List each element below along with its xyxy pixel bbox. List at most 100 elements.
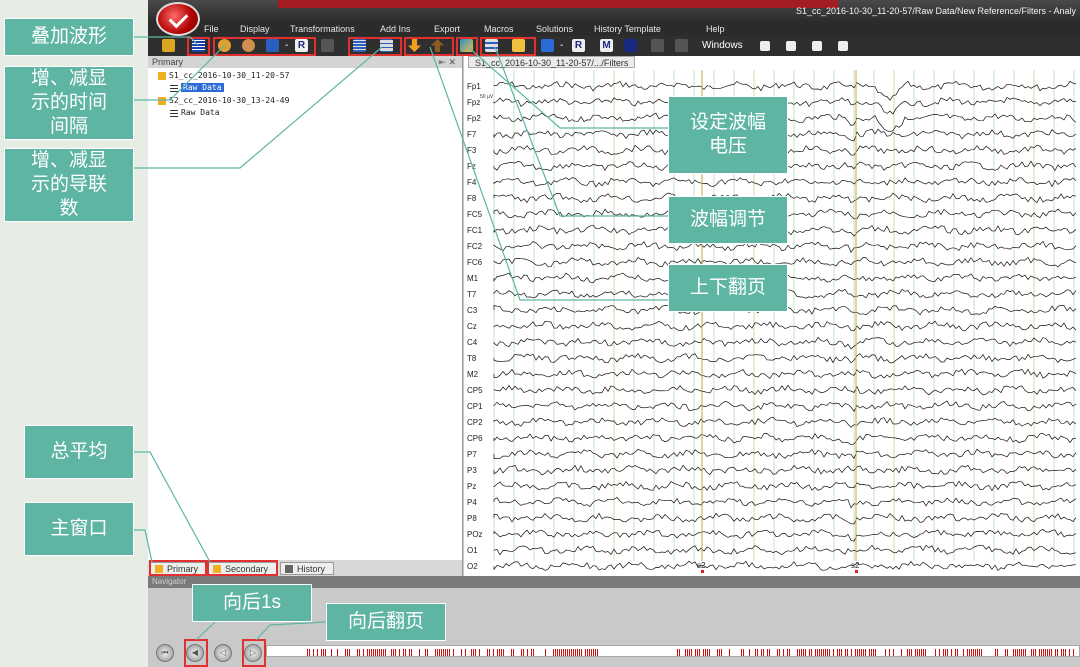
timeline-marker: [1065, 649, 1066, 656]
timeline-marker: [497, 649, 498, 656]
channel-label: FC5: [467, 210, 483, 219]
eeg-trace: [493, 416, 1077, 428]
channel-label: M1: [467, 274, 479, 283]
timeline-marker: [833, 649, 834, 656]
menu-macros[interactable]: Macros: [484, 24, 514, 34]
tree-item[interactable]: Raw Data: [170, 108, 220, 117]
timeline-marker: [1013, 649, 1014, 656]
menu-add-ins[interactable]: Add Ins: [380, 24, 411, 34]
highlight-main-window: [149, 560, 207, 576]
timeline-marker: [521, 649, 522, 656]
tile-horizontal-icon[interactable]: [812, 41, 822, 51]
timeline-marker: [419, 649, 420, 656]
timeline-marker: [805, 649, 806, 656]
timeline-marker: [593, 649, 594, 656]
timeline-marker: [869, 649, 870, 656]
timeline-marker: [531, 649, 532, 656]
timeline-marker: [1015, 649, 1016, 656]
timeline-marker: [721, 649, 722, 656]
timeline-marker: [741, 649, 742, 656]
primary-panel: Primary ⇤ ✕ S1_cc_2016-10-30_11-20-57 Ra…: [148, 56, 463, 576]
timeline-marker: [309, 649, 310, 656]
timeline-marker: [717, 649, 718, 656]
menu-solutions[interactable]: Solutions: [536, 24, 573, 34]
timeline-marker: [767, 649, 768, 656]
channel-label: Fz: [467, 162, 476, 171]
timeline-marker: [963, 649, 964, 656]
segment-icon[interactable]: [541, 39, 554, 52]
export-icon[interactable]: [624, 39, 637, 52]
eeg-trace: [493, 497, 1077, 509]
highlight-grand-average: [207, 560, 278, 576]
channel-label: P7: [467, 450, 477, 459]
eeg-trace: [493, 528, 1077, 542]
panel-controls[interactable]: ⇤ ✕: [438, 56, 456, 68]
timeline-marker: [367, 649, 368, 656]
timeline-marker: [907, 649, 908, 656]
marker-icon[interactable]: M: [600, 39, 613, 52]
timeline-marker: [545, 649, 546, 656]
go-to-start-button[interactable]: ⏮: [156, 644, 174, 662]
timeline-marker: [461, 649, 462, 656]
timeline-marker: [955, 649, 956, 656]
tree-item[interactable]: Raw Data: [170, 83, 224, 92]
timeline-scrollbar[interactable]: [266, 645, 1080, 657]
app-logo-button[interactable]: [156, 2, 200, 36]
tile-windows-icon[interactable]: [786, 41, 796, 51]
timeline-marker: [1051, 649, 1052, 656]
highlight-back-1s: [184, 639, 208, 667]
timeline-marker: [939, 649, 940, 656]
timeline-marker: [449, 649, 450, 656]
timeline-marker: [841, 649, 842, 656]
timeline-marker: [371, 649, 372, 656]
timeline-marker: [1023, 649, 1024, 656]
tab-history[interactable]: History: [280, 562, 334, 575]
tree-item[interactable]: S1_cc_2016-10-30_11-20-57: [158, 71, 289, 80]
timeline-marker: [399, 649, 400, 656]
timeline-marker: [1025, 649, 1026, 656]
timeline-marker: [453, 649, 454, 656]
timeline-marker: [427, 649, 428, 656]
tile-vertical-icon[interactable]: [838, 41, 848, 51]
timeline-marker: [373, 649, 374, 656]
timeline-marker: [359, 649, 360, 656]
timeline-marker: [865, 649, 866, 656]
marker-tick: [855, 570, 858, 573]
timeline-marker: [393, 649, 394, 656]
channel-label: F4: [467, 178, 477, 187]
timeline-marker: [595, 649, 596, 656]
highlight-time-interval: [213, 37, 316, 56]
reference-icon[interactable]: R: [572, 39, 585, 52]
eeg-trace: [493, 384, 1077, 396]
timeline-marker: [893, 649, 894, 656]
timeline-marker: [779, 649, 780, 656]
open-icon[interactable]: [162, 39, 175, 52]
timeline-marker: [445, 649, 446, 656]
timeline-marker: [1049, 649, 1050, 656]
menu-history-template[interactable]: History Template: [594, 24, 661, 34]
timeline-marker: [565, 649, 566, 656]
cascade-windows-icon[interactable]: [760, 41, 770, 51]
folder-icon: [158, 71, 166, 80]
menu-help[interactable]: Help: [706, 24, 725, 34]
eeg-trace: [493, 433, 1077, 446]
eeg-trace: [493, 400, 1077, 413]
menu-display[interactable]: Display: [240, 24, 270, 34]
tree-item[interactable]: S2_cc_2016-10-30_13-24-49: [158, 96, 289, 105]
channel-label: T7: [467, 290, 477, 299]
channel-label: Pz: [467, 482, 476, 491]
timeline-marker: [915, 649, 916, 656]
menu-file[interactable]: File: [204, 24, 219, 34]
menu-transformations[interactable]: Transformations: [290, 24, 355, 34]
timeline-marker: [385, 649, 386, 656]
timeline-marker: [863, 649, 864, 656]
callout-page-back: 向后翻页: [326, 603, 446, 641]
page-back-small-button[interactable]: ◁: [214, 644, 232, 662]
menu-export[interactable]: Export: [434, 24, 460, 34]
timeline-marker: [1019, 649, 1020, 656]
timeline-marker: [909, 649, 910, 656]
timeline-marker: [1045, 649, 1046, 656]
timeline-marker: [971, 649, 972, 656]
timeline-marker: [1007, 649, 1008, 656]
timeline-marker: [975, 649, 976, 656]
